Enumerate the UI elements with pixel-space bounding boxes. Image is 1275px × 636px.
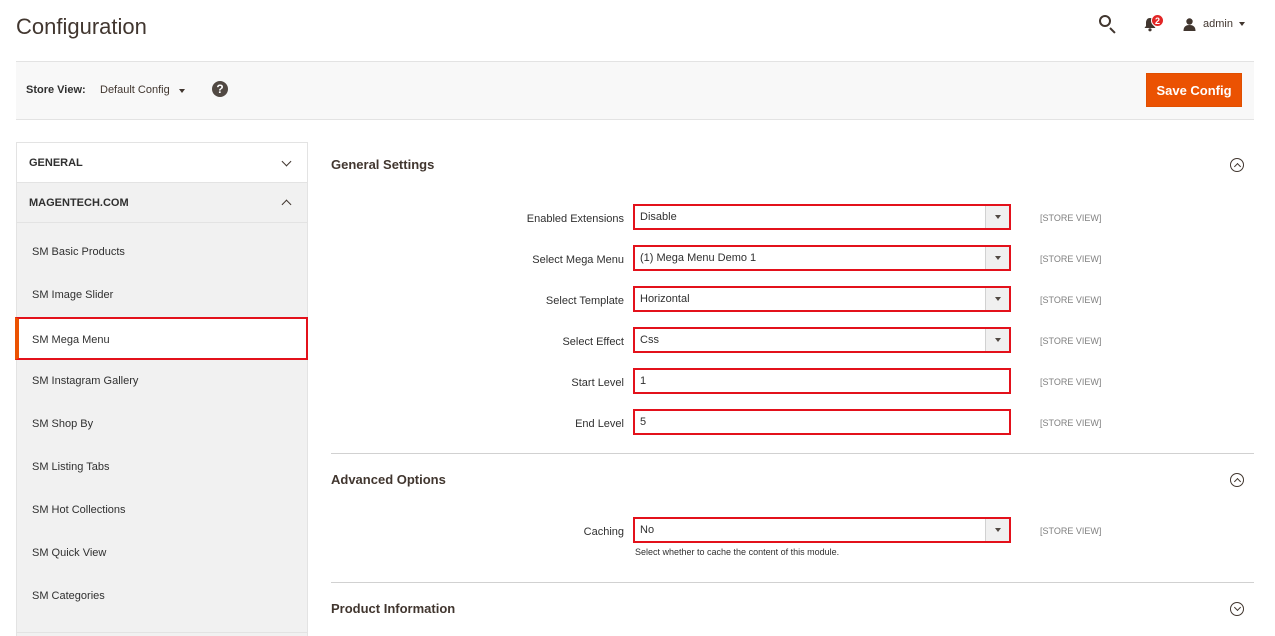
section-header[interactable]: Advanced Options xyxy=(331,457,1254,501)
chevron-down-icon xyxy=(985,329,1009,351)
help-icon[interactable]: ? xyxy=(212,81,228,97)
scope-label: [STORE VIEW] xyxy=(1040,336,1102,346)
field-value: No xyxy=(640,524,655,536)
field-label: Caching xyxy=(583,526,624,538)
section-advanced-options: Advanced Options Caching No [STORE VIEW]… xyxy=(331,457,1254,583)
field-value: Disable xyxy=(640,211,677,223)
chevron-down-icon xyxy=(1239,22,1245,26)
select-template-select[interactable]: Horizontal xyxy=(633,286,1011,312)
config-main: General Settings Enabled Extensions Disa… xyxy=(331,142,1254,630)
store-view-value: Default Config xyxy=(100,84,170,96)
section-title: Advanced Options xyxy=(331,472,446,487)
config-sidebar: GENERAL MAGENTECH.COM SM Basic Products … xyxy=(15,142,308,636)
section-title: Product Information xyxy=(331,601,456,616)
field-row: Caching No [STORE VIEW] Select whether t… xyxy=(331,517,1254,558)
enabled-extensions-select[interactable]: Disable xyxy=(633,204,1011,230)
page-title: Configuration xyxy=(16,14,147,39)
collapse-icon[interactable] xyxy=(1230,158,1244,172)
scope-label: [STORE VIEW] xyxy=(1040,213,1102,223)
sidebar-item-instagram-gallery[interactable]: SM Instagram Gallery xyxy=(17,360,307,403)
sidebar-item-image-slider[interactable]: SM Image Slider xyxy=(17,274,307,317)
store-view-label: Store View: xyxy=(26,84,86,96)
store-view-switcher[interactable]: Default Config xyxy=(100,84,185,96)
sidebar-group-general[interactable]: GENERAL xyxy=(17,143,307,183)
admin-user-menu[interactable]: admin xyxy=(1183,17,1245,31)
section-product-information: Product Information xyxy=(331,586,1254,630)
scope-label: [STORE VIEW] xyxy=(1040,295,1102,305)
section-title: General Settings xyxy=(331,157,435,172)
field-label: Select Effect xyxy=(562,336,624,348)
end-level-input[interactable]: 5 xyxy=(633,409,1011,435)
expand-icon[interactable] xyxy=(1230,602,1244,616)
field-label: Select Mega Menu xyxy=(532,254,624,266)
admin-username: admin xyxy=(1203,18,1233,30)
notifications-button[interactable]: 2 xyxy=(1141,13,1165,35)
section-general-settings: General Settings Enabled Extensions Disa… xyxy=(331,142,1254,454)
field-row: Select Mega Menu (1) Mega Menu Demo 1 [S… xyxy=(331,245,1254,286)
scope-label: [STORE VIEW] xyxy=(1040,418,1102,428)
notification-badge: 2 xyxy=(1151,14,1165,27)
chevron-down-icon xyxy=(281,156,292,167)
caching-select[interactable]: No xyxy=(633,517,1011,543)
page-actions-toolbar: Store View: Default Config ? Save Config xyxy=(16,61,1254,120)
field-note: Select whether to cache the content of t… xyxy=(635,547,840,557)
field-value: (1) Mega Menu Demo 1 xyxy=(640,252,757,264)
sidebar-item-categories[interactable]: SM Categories xyxy=(17,575,307,618)
search-icon[interactable] xyxy=(1097,13,1119,35)
start-level-input[interactable]: 1 xyxy=(633,368,1011,394)
sidebar-item-listing-tabs[interactable]: SM Listing Tabs xyxy=(17,446,307,489)
section-header[interactable]: General Settings xyxy=(331,142,1254,186)
chevron-down-icon xyxy=(985,247,1009,269)
scope-label: [STORE VIEW] xyxy=(1040,254,1102,264)
sidebar-item-quick-view[interactable]: SM Quick View xyxy=(17,532,307,575)
header-actions: 2 admin xyxy=(1097,12,1245,36)
sidebar-group-magentech[interactable]: MAGENTECH.COM xyxy=(17,183,307,223)
field-label: Select Template xyxy=(545,295,624,307)
sidebar-divider xyxy=(17,632,307,633)
chevron-up-icon xyxy=(281,199,292,210)
field-label: Start Level xyxy=(571,377,624,389)
sidebar-item-mega-menu[interactable]: SM Mega Menu xyxy=(15,317,308,360)
scope-label: [STORE VIEW] xyxy=(1040,526,1102,536)
field-row: Select Template Horizontal [STORE VIEW] xyxy=(331,286,1254,327)
chevron-down-icon xyxy=(985,206,1009,228)
sidebar-item-basic-products[interactable]: SM Basic Products xyxy=(17,231,307,274)
field-row: Select Effect Css [STORE VIEW] xyxy=(331,327,1254,368)
field-row: Enabled Extensions Disable [STORE VIEW] xyxy=(331,204,1254,245)
collapse-icon[interactable] xyxy=(1230,473,1244,487)
scope-label: [STORE VIEW] xyxy=(1040,377,1102,387)
field-value: 1 xyxy=(640,375,647,387)
sidebar-item-hot-collections[interactable]: SM Hot Collections xyxy=(17,489,307,532)
sidebar-item-shop-by[interactable]: SM Shop By xyxy=(17,403,307,446)
sidebar-item-list: SM Basic Products SM Image Slider SM Meg… xyxy=(15,231,308,618)
sidebar-group-label: GENERAL xyxy=(29,157,83,169)
section-header[interactable]: Product Information xyxy=(331,586,1254,630)
chevron-down-icon xyxy=(985,288,1009,310)
chevron-down-icon xyxy=(178,89,185,93)
user-icon xyxy=(1183,17,1196,31)
field-row: Start Level 1 [STORE VIEW] xyxy=(331,368,1254,409)
field-value: Css xyxy=(640,334,659,346)
select-effect-select[interactable]: Css xyxy=(633,327,1011,353)
select-mega-menu-select[interactable]: (1) Mega Menu Demo 1 xyxy=(633,245,1011,271)
field-value: 5 xyxy=(640,416,647,428)
save-config-button[interactable]: Save Config xyxy=(1146,73,1242,107)
chevron-down-icon xyxy=(985,519,1009,541)
sidebar-group-label: MAGENTECH.COM xyxy=(29,197,129,209)
field-value: Horizontal xyxy=(640,293,690,305)
field-label: End Level xyxy=(575,418,624,430)
field-row: End Level 5 [STORE VIEW] xyxy=(331,409,1254,450)
field-label: Enabled Extensions xyxy=(526,213,624,225)
